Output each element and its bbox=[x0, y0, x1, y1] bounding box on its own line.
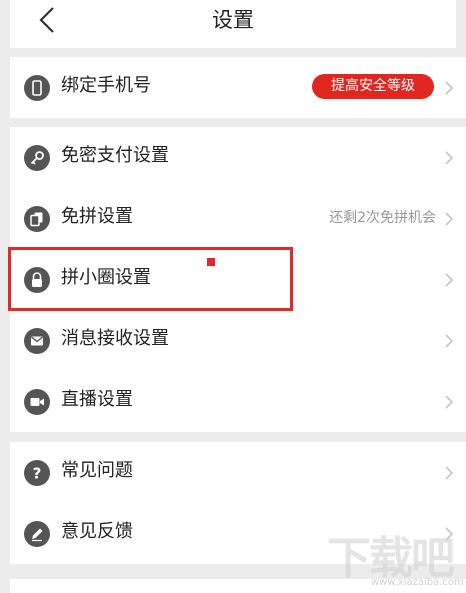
feedback-label: 意见反馈 bbox=[61, 521, 133, 542]
key-icon bbox=[24, 145, 50, 171]
copy-icon bbox=[24, 206, 50, 232]
chevron-right-icon bbox=[445, 334, 454, 348]
page-title: 设置 bbox=[212, 8, 254, 32]
nav-bar: 设置 bbox=[10, 0, 456, 48]
svg-text:?: ? bbox=[33, 465, 42, 483]
video-icon bbox=[24, 389, 50, 415]
password-free-payment-label: 免密支付设置 bbox=[61, 145, 169, 166]
security-level-badge[interactable]: 提高安全等级 bbox=[312, 74, 434, 99]
group-free-label: 免拼设置 bbox=[61, 206, 133, 227]
chevron-right-icon bbox=[445, 81, 454, 95]
highlight-box bbox=[8, 247, 293, 311]
faq-row[interactable]: ? 常见问题 bbox=[10, 442, 466, 503]
live-stream-label: 直播设置 bbox=[61, 389, 133, 410]
annotation-marker bbox=[207, 258, 215, 266]
chevron-right-icon bbox=[445, 466, 454, 480]
help-icon: ? bbox=[24, 460, 50, 486]
feedback-icon bbox=[24, 521, 50, 547]
message-receive-label: 消息接收设置 bbox=[61, 328, 169, 349]
live-stream-row[interactable]: 直播设置 bbox=[10, 371, 466, 432]
message-receive-row[interactable]: 消息接收设置 bbox=[10, 310, 466, 371]
group-free-remaining: 还剩2次免拼机会 bbox=[329, 210, 436, 226]
message-icon bbox=[24, 328, 50, 354]
chevron-right-icon bbox=[445, 212, 454, 226]
phone-icon bbox=[24, 75, 50, 101]
chevron-right-icon bbox=[445, 395, 454, 409]
password-free-payment-row[interactable]: 免密支付设置 bbox=[10, 127, 466, 188]
watermark-url: www.xiazaiba.com bbox=[371, 577, 464, 588]
chevron-right-icon bbox=[445, 151, 454, 165]
group-free-row[interactable]: 免拼设置 还剩2次免拼机会 bbox=[10, 188, 466, 249]
watermark: 下载吧 www.xiazaiba.com bbox=[327, 522, 464, 592]
faq-label: 常见问题 bbox=[61, 460, 133, 481]
chevron-right-icon bbox=[445, 273, 454, 287]
bind-phone-label: 绑定手机号 bbox=[61, 75, 151, 96]
